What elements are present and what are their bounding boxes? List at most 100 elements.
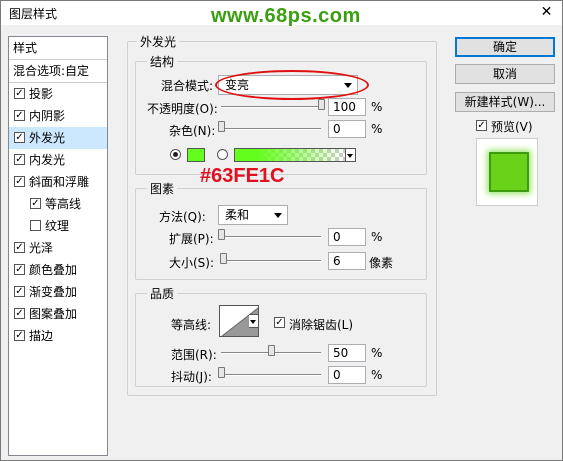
structure-legend: 结构 <box>147 53 178 70</box>
glow-color-swatch[interactable] <box>187 148 205 162</box>
style-list-header[interactable]: 样式 <box>9 37 107 60</box>
style-item-label: 内阴影 <box>29 109 66 123</box>
style-item-6[interactable]: 纹理 <box>9 215 107 237</box>
spread-percent: % <box>371 230 383 244</box>
style-item-label: 投影 <box>29 87 54 101</box>
style-item-10[interactable]: ✓ 图案叠加 <box>9 303 107 325</box>
new-style-button[interactable]: 新建样式(W)... <box>455 92 555 112</box>
dialog-title: 图层样式 <box>9 7 58 21</box>
preview-label: 预览(V) <box>491 120 533 134</box>
style-item-9[interactable]: ✓ 渐变叠加 <box>9 281 107 303</box>
style-preview-thumbnail <box>476 138 538 206</box>
jitter-slider-thumb[interactable] <box>218 367 225 378</box>
preview-checkbox[interactable]: ✓ <box>476 120 487 131</box>
style-item-7[interactable]: ✓ 光泽 <box>9 237 107 259</box>
style-item-checkbox[interactable]: ✓ <box>14 132 25 143</box>
chevron-down-icon <box>274 213 282 218</box>
style-item-label: 外发光 <box>29 131 66 145</box>
style-item-11[interactable]: ✓ 描边 <box>9 325 107 347</box>
noise-percent: % <box>371 122 383 136</box>
noise-label: 杂色(N): <box>169 124 216 138</box>
technique-label: 方法(Q): <box>159 210 206 224</box>
style-item-checkbox[interactable]: ✓ <box>14 264 25 275</box>
style-item-checkbox[interactable]: ✓ <box>14 88 25 99</box>
blend-options-item[interactable]: 混合选项:自定 <box>9 60 107 83</box>
style-item-8[interactable]: ✓ 颜色叠加 <box>9 259 107 281</box>
jitter-label: 抖动(J): <box>171 370 212 384</box>
spread-slider-track[interactable] <box>221 236 321 238</box>
contour-label: 等高线: <box>171 318 212 332</box>
highlight-ellipse <box>215 70 369 100</box>
style-list: 样式 混合选项:自定 ✓ 投影 ✓ 内阴影 ✓ 外发光 ✓ 内发光 ✓ 斜面和浮雕 ✓ 等高线纹理 ✓ 光… <box>8 36 108 456</box>
contour-dropdown-icon[interactable] <box>249 314 259 328</box>
style-item-checkbox[interactable]: ✓ <box>14 286 25 297</box>
style-item-label: 斜面和浮雕 <box>29 175 90 189</box>
color-code-annotation: #63FE1C <box>200 165 285 187</box>
size-slider-track[interactable] <box>221 260 321 262</box>
noise-slider-track[interactable] <box>221 128 321 130</box>
opacity-input[interactable]: 100 <box>328 98 366 116</box>
layer-style-dialog: 图层样式 www.68ps.com ✕ 样式 混合选项:自定 ✓ 投影 ✓ 内阴影 ✓ 外… <box>0 0 563 461</box>
gradient-dropdown-icon[interactable] <box>346 148 356 162</box>
range-slider-thumb[interactable] <box>268 345 275 356</box>
jitter-input[interactable]: 0 <box>328 366 366 384</box>
antialias-label: 消除锯齿(L) <box>289 318 354 332</box>
style-item-label: 描边 <box>29 329 54 343</box>
style-item-label: 等高线 <box>45 197 82 211</box>
size-label: 大小(S): <box>169 256 215 270</box>
style-item-checkbox[interactable]: ✓ <box>14 242 25 253</box>
style-item-checkbox[interactable]: ✓ <box>14 330 25 341</box>
noise-slider-thumb[interactable] <box>218 121 225 132</box>
spread-input[interactable]: 0 <box>328 228 366 246</box>
technique-select[interactable]: 柔和 <box>218 205 288 225</box>
opacity-slider-track[interactable] <box>221 106 321 108</box>
style-item-label: 纹理 <box>45 219 70 233</box>
style-item-5[interactable]: ✓ 等高线 <box>9 193 107 215</box>
watermark: www.68ps.com <box>211 5 361 27</box>
spread-slider-thumb[interactable] <box>218 229 225 240</box>
ok-button[interactable]: 确定 <box>455 37 555 57</box>
range-percent: % <box>371 346 383 360</box>
gradient-picker[interactable] <box>234 148 346 162</box>
cancel-button[interactable]: 取消 <box>455 64 555 84</box>
technique-value: 柔和 <box>225 208 250 222</box>
jitter-slider-track[interactable] <box>221 374 321 376</box>
quality-legend: 品质 <box>147 285 178 302</box>
style-item-0[interactable]: ✓ 投影 <box>9 83 107 105</box>
blend-mode-label: 混合模式: <box>161 79 214 93</box>
style-item-checkbox[interactable]: ✓ <box>14 176 25 187</box>
style-item-2[interactable]: ✓ 外发光 <box>9 127 107 149</box>
style-item-checkbox[interactable]: ✓ <box>14 308 25 319</box>
size-slider-thumb[interactable] <box>220 253 227 264</box>
close-icon[interactable]: ✕ <box>531 1 562 23</box>
style-item-1[interactable]: ✓ 内阴影 <box>9 105 107 127</box>
noise-input[interactable]: 0 <box>328 120 366 138</box>
antialias-checkbox[interactable]: ✓ <box>274 317 285 328</box>
style-item-checkbox[interactable]: ✓ <box>30 198 41 209</box>
style-item-4[interactable]: ✓ 斜面和浮雕 <box>9 171 107 193</box>
range-input[interactable]: 50 <box>328 344 366 362</box>
size-input[interactable]: 6 <box>328 252 366 270</box>
outer-glow-title: 外发光 <box>137 33 180 50</box>
style-item-label: 渐变叠加 <box>29 285 78 299</box>
style-item-3[interactable]: ✓ 内发光 <box>9 149 107 171</box>
preview-swatch <box>489 152 529 192</box>
style-item-checkbox[interactable] <box>30 220 41 231</box>
style-item-label: 颜色叠加 <box>29 263 78 277</box>
size-unit: 像素 <box>369 256 394 270</box>
style-item-label: 光泽 <box>29 241 54 255</box>
style-item-checkbox[interactable]: ✓ <box>14 154 25 165</box>
style-item-label: 图案叠加 <box>29 307 78 321</box>
title-bar[interactable]: 图层样式 www.68ps.com ✕ <box>1 1 562 27</box>
style-item-label: 内发光 <box>29 153 66 167</box>
spread-label: 扩展(P): <box>169 232 214 246</box>
gradient-radio[interactable] <box>217 149 228 160</box>
elements-legend: 图素 <box>147 180 178 197</box>
opacity-percent: % <box>371 100 383 114</box>
solid-color-radio[interactable] <box>170 149 181 160</box>
opacity-label: 不透明度(O): <box>147 102 218 116</box>
range-label: 范围(R): <box>171 348 217 362</box>
opacity-slider-thumb[interactable] <box>318 99 325 110</box>
jitter-percent: % <box>371 368 383 382</box>
style-item-checkbox[interactable]: ✓ <box>14 110 25 121</box>
